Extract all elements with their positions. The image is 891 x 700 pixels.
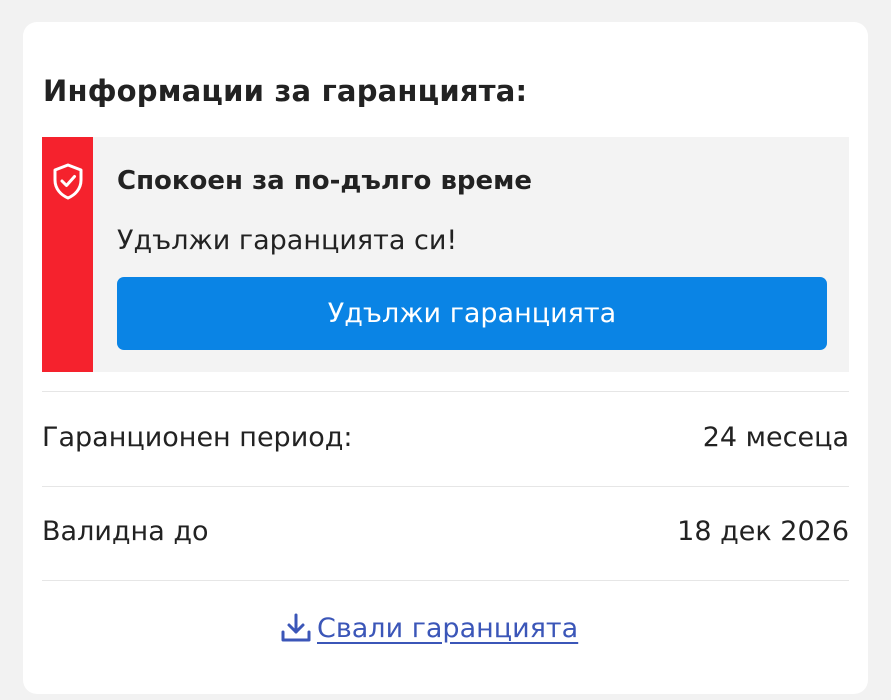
download-icon <box>281 613 311 642</box>
promo-accent-bar <box>42 137 93 372</box>
warranty-card: Информации за гаранцията: Спокоен за по-… <box>23 22 868 694</box>
divider <box>42 580 849 581</box>
valid-until-label: Валидна до <box>42 516 209 547</box>
download-warranty-link[interactable]: Свали гаранцията <box>279 611 578 645</box>
valid-until-value: 18 дек 2026 <box>677 516 849 547</box>
divider <box>42 486 849 487</box>
download-warranty-label: Свали гаранцията <box>317 612 579 644</box>
warranty-period-value: 24 месеца <box>702 422 849 453</box>
extend-warranty-button[interactable]: Удължи гаранцията <box>117 277 827 350</box>
extend-warranty-promo: Спокоен за по-дълго време Удължи гаранци… <box>42 137 849 372</box>
divider <box>42 391 849 392</box>
promo-title: Спокоен за по-дълго време <box>117 166 533 196</box>
promo-subtitle: Удължи гаранцията си! <box>117 225 458 256</box>
warranty-period-label: Гаранционен период: <box>42 422 353 453</box>
section-title: Информации за гаранцията: <box>43 74 528 108</box>
shield-check-icon <box>53 163 83 200</box>
